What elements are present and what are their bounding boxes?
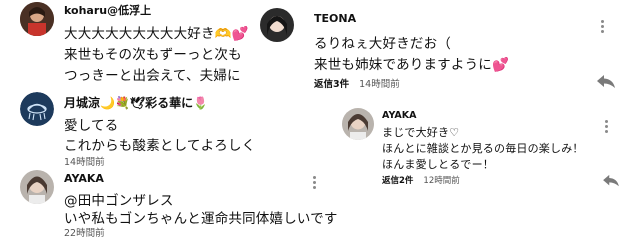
comment-text-line: 愛してる xyxy=(64,118,119,134)
avatar-photo xyxy=(260,8,294,42)
comment-timestamp: 22時間前 xyxy=(64,228,105,239)
comment-text-line: ほんとに雑談とか見るの毎日の楽しみ！ xyxy=(382,142,584,155)
comment-text-line: 大大大大大大大大大好き🫶💕 xyxy=(64,26,249,42)
comment-text-line: @田中ゴンザレス xyxy=(64,193,174,209)
avatar[interactable] xyxy=(342,108,374,140)
comment-author[interactable]: AYAKA xyxy=(382,110,416,121)
comment-text-line: これからも酸素としてよろしく xyxy=(64,138,256,154)
avatar-photo xyxy=(20,170,54,204)
avatar-photo xyxy=(342,108,374,140)
comment-author[interactable]: koharu@低浮上 xyxy=(64,2,151,18)
comment-text-line: つっきーと出会えて、夫婦に xyxy=(64,68,241,84)
comment-text-line: るりねぇ大好きだお（ xyxy=(314,36,451,52)
comment-ayaka-left: AYAKA @田中ゴンザレス いや私もゴンちゃんと運命共同体嬉しいです 22時間… xyxy=(0,166,337,240)
more-vert-icon[interactable] xyxy=(600,20,604,34)
comment-author[interactable]: AYAKA xyxy=(64,172,104,185)
avatar[interactable] xyxy=(260,8,294,42)
reply-arrow-icon[interactable] xyxy=(596,74,616,90)
comment-text-line: まじで大好き♡ xyxy=(382,126,460,139)
comment-meta: 返信3件 14時間前 xyxy=(314,76,400,90)
comment-teona: TEONA るりねぇ大好きだお（ 来世も姉妹でありますように💕 返信3件 14時間… xyxy=(250,0,640,100)
avatar[interactable] xyxy=(20,92,54,126)
comment-text-line: 来世も姉妹でありますように💕 xyxy=(314,57,509,73)
comment-author[interactable]: 月城涼🌙💐🕊彩る華に🌷 xyxy=(64,94,208,111)
comment-timestamp: 12時間前 xyxy=(423,176,460,186)
reply-count[interactable]: 返信3件 xyxy=(314,79,349,90)
comment-text-line: いや私もゴンちゃんと運命共同体嬉しいです xyxy=(64,211,338,227)
more-vert-icon[interactable] xyxy=(604,120,608,134)
more-vert-icon[interactable] xyxy=(312,176,316,190)
reply-count[interactable]: 返信2件 xyxy=(382,176,413,186)
comment-ayaka-right: AYAKA まじで大好き♡ ほんとに雑談とか見るの毎日の楽しみ！ ほんま愛しとる… xyxy=(330,100,640,190)
avatar[interactable] xyxy=(20,170,54,204)
comment-text-line: 来世もその次もずーっと次も xyxy=(64,47,242,63)
moon-mask-icon xyxy=(20,92,54,126)
avatar-photo xyxy=(20,2,54,36)
comment-author[interactable]: TEONA xyxy=(314,12,356,25)
comment-text-line: ほんま愛しとるでー！ xyxy=(382,158,494,171)
comment-timestamp: 14時間前 xyxy=(359,79,400,90)
avatar[interactable] xyxy=(20,2,54,36)
comment-meta: 返信2件 12時間前 xyxy=(382,174,460,186)
reply-arrow-icon[interactable] xyxy=(602,174,620,188)
